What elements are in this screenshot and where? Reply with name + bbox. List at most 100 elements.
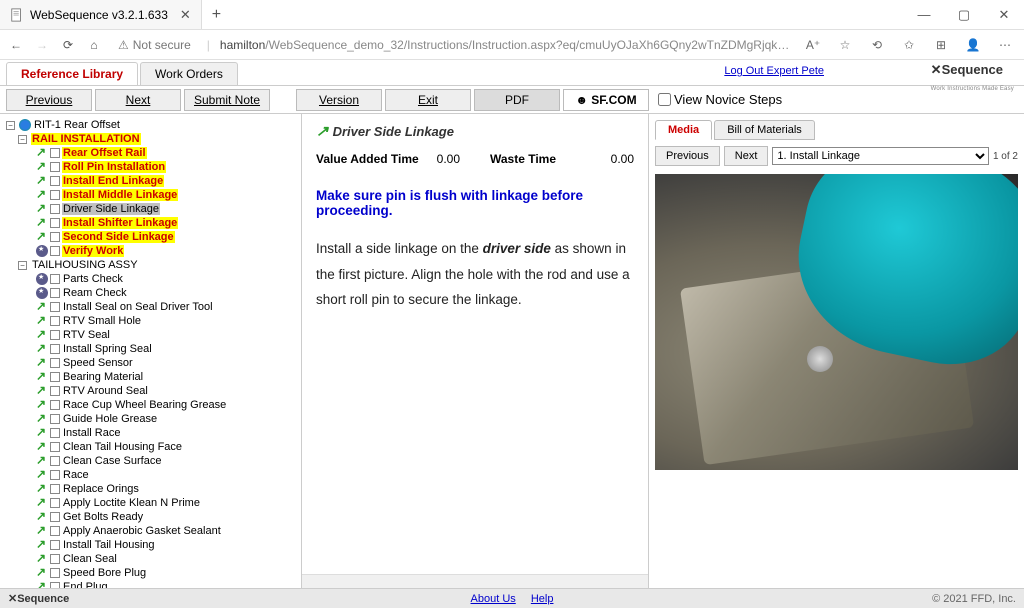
tree-root[interactable]: − RIT-1 Rear Offset xyxy=(2,118,299,132)
tree-item[interactable]: Rear Offset Rail xyxy=(2,146,299,160)
collapse-icon[interactable]: − xyxy=(18,261,27,270)
tree-item[interactable]: Clean Tail Housing Face xyxy=(2,440,299,454)
tree-item[interactable]: Speed Sensor xyxy=(2,356,299,370)
tree-item[interactable]: Second Side Linkage xyxy=(2,230,299,244)
media-image[interactable] xyxy=(655,174,1018,470)
checkbox[interactable] xyxy=(50,148,60,158)
tree-item[interactable]: End Plug xyxy=(2,580,299,588)
tree-item[interactable]: Ream Check xyxy=(2,286,299,300)
tree-item[interactable]: Clean Case Surface xyxy=(2,454,299,468)
profile-icon[interactable]: 👤 xyxy=(962,38,984,52)
media-select[interactable]: 1. Install Linkage xyxy=(772,147,989,165)
checkbox[interactable] xyxy=(50,400,60,410)
refresh-button[interactable]: ⟳ xyxy=(60,38,76,52)
media-previous-button[interactable]: Previous xyxy=(655,146,720,166)
tree-item[interactable]: Apply Anaerobic Gasket Sealant xyxy=(2,524,299,538)
tree-item[interactable]: Apply Loctite Klean N Prime xyxy=(2,496,299,510)
checkbox[interactable] xyxy=(50,274,60,284)
checkbox[interactable] xyxy=(50,344,60,354)
minimize-button[interactable]: — xyxy=(904,7,944,22)
tree-item[interactable]: Install Seal on Seal Driver Tool xyxy=(2,300,299,314)
reader-mode-button[interactable]: A⁺ xyxy=(802,38,824,52)
submit-note-button[interactable]: Submit Note xyxy=(184,89,270,111)
tree-section-rail[interactable]: − RAIL INSTALLATION xyxy=(2,132,299,146)
back-button[interactable]: ← xyxy=(8,38,24,52)
tree-item[interactable]: Race Cup Wheel Bearing Grease xyxy=(2,398,299,412)
url-field[interactable]: hamilton/WebSequence_demo_32/Instruction… xyxy=(220,38,792,52)
tab-reference-library[interactable]: Reference Library xyxy=(6,62,138,85)
checkbox[interactable] xyxy=(50,554,60,564)
logout-link[interactable]: Log Out Expert Pete xyxy=(724,65,824,77)
tree-item[interactable]: Install Middle Linkage xyxy=(2,188,299,202)
tree-item[interactable]: Roll Pin Installation xyxy=(2,160,299,174)
checkbox[interactable] xyxy=(50,190,60,200)
tree-item[interactable]: Verify Work xyxy=(2,244,299,258)
exit-button[interactable]: Exit xyxy=(385,89,471,111)
sfcom-button[interactable]: ☻ SF.COM xyxy=(563,89,649,111)
checkbox[interactable] xyxy=(50,372,60,382)
checkbox[interactable] xyxy=(50,484,60,494)
navigation-tree[interactable]: − RIT-1 Rear Offset − RAIL INSTALLATION … xyxy=(0,114,302,588)
checkbox[interactable] xyxy=(50,540,60,550)
tree-item[interactable]: Replace Orings xyxy=(2,482,299,496)
home-button[interactable]: ⌂ xyxy=(86,38,102,52)
collections-button[interactable]: ⊞ xyxy=(930,38,952,52)
checkbox[interactable] xyxy=(50,456,60,466)
close-tab-icon[interactable]: ✕ xyxy=(180,7,191,23)
media-next-button[interactable]: Next xyxy=(724,146,769,166)
checkbox[interactable] xyxy=(50,498,60,508)
checkbox[interactable] xyxy=(50,386,60,396)
tree-item[interactable]: Race xyxy=(2,468,299,482)
checkbox[interactable] xyxy=(50,470,60,480)
tree-item[interactable]: Parts Check xyxy=(2,272,299,286)
checkbox[interactable] xyxy=(50,330,60,340)
tree-item[interactable]: Guide Hole Grease xyxy=(2,412,299,426)
checkbox[interactable] xyxy=(50,176,60,186)
help-link[interactable]: Help xyxy=(531,593,554,605)
tree-item[interactable]: Install Race xyxy=(2,426,299,440)
tree-item[interactable]: Clean Seal xyxy=(2,552,299,566)
tree-item[interactable]: Install Spring Seal xyxy=(2,342,299,356)
checkbox[interactable] xyxy=(50,162,60,172)
checkbox[interactable] xyxy=(50,512,60,522)
sync-icon[interactable]: ⟲ xyxy=(866,38,888,52)
tree-item[interactable]: Bearing Material xyxy=(2,370,299,384)
view-novice-steps[interactable]: View Novice Steps xyxy=(658,92,782,107)
collapse-icon[interactable]: − xyxy=(18,135,27,144)
browser-tab[interactable]: WebSequence v3.2.1.633 ✕ xyxy=(0,0,202,29)
checkbox[interactable] xyxy=(50,568,60,578)
tree-item[interactable]: RTV Small Hole xyxy=(2,314,299,328)
tab-work-orders[interactable]: Work Orders xyxy=(140,62,238,85)
tab-bom[interactable]: Bill of Materials xyxy=(714,120,815,140)
previous-button[interactable]: Previous xyxy=(6,89,92,111)
pdf-button[interactable]: PDF xyxy=(474,89,560,111)
checkbox[interactable] xyxy=(50,232,60,242)
maximize-button[interactable]: ▢ xyxy=(944,7,984,23)
tree-item[interactable]: Install Tail Housing xyxy=(2,538,299,552)
checkbox[interactable] xyxy=(50,316,60,326)
collapse-icon[interactable]: − xyxy=(6,121,15,130)
tree-item[interactable]: Install End Linkage xyxy=(2,174,299,188)
checkbox[interactable] xyxy=(50,526,60,536)
favorites-list-button[interactable]: ✩ xyxy=(898,38,920,52)
close-window-button[interactable]: ✕ xyxy=(984,7,1024,23)
tree-item[interactable]: RTV Around Seal xyxy=(2,384,299,398)
new-tab-button[interactable]: + xyxy=(202,6,231,24)
tree-item[interactable]: RTV Seal xyxy=(2,328,299,342)
horizontal-scrollbar[interactable] xyxy=(302,574,648,588)
tree-item[interactable]: Driver Side Linkage xyxy=(2,202,299,216)
view-novice-checkbox[interactable] xyxy=(658,93,671,106)
tree-item[interactable]: Speed Bore Plug xyxy=(2,566,299,580)
checkbox[interactable] xyxy=(50,204,60,214)
security-badge[interactable]: ⚠ Not secure xyxy=(112,38,197,52)
checkbox[interactable] xyxy=(50,246,60,256)
checkbox[interactable] xyxy=(50,414,60,424)
checkbox[interactable] xyxy=(50,302,60,312)
version-button[interactable]: Version xyxy=(296,89,382,111)
next-button[interactable]: Next xyxy=(95,89,181,111)
tree-section-tailhousing[interactable]: − TAILHOUSING ASSY xyxy=(2,258,299,272)
favorite-button[interactable]: ☆ xyxy=(834,38,856,52)
menu-button[interactable]: ⋯ xyxy=(994,38,1016,52)
tab-media[interactable]: Media xyxy=(655,120,712,140)
about-link[interactable]: About Us xyxy=(471,593,516,605)
